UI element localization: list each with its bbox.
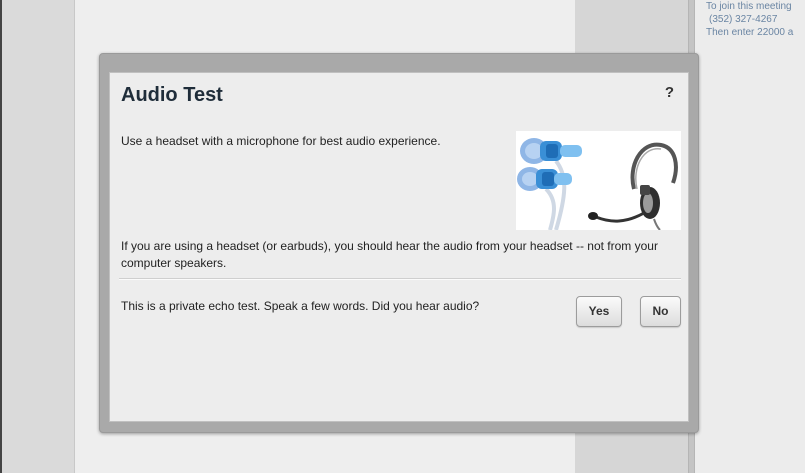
headset-image	[516, 131, 681, 231]
headset-note: If you are using a headset (or earbuds),…	[121, 239, 658, 270]
meeting-phone-number: (352) 327-4267	[709, 14, 778, 25]
earbuds-and-headset-illustration	[517, 138, 678, 231]
intro-text: Use a headset with a microphone for best…	[121, 134, 441, 148]
help-icon[interactable]: ?	[665, 84, 674, 101]
audio-test-dialog-body: Audio Test ? Use a headset with a microp…	[109, 72, 689, 422]
dialog-title: Audio Test	[121, 84, 223, 106]
yes-button[interactable]: Yes	[576, 296, 622, 327]
meeting-info-panel: To join this meeting (352) 327-4267 Then…	[695, 0, 805, 473]
meeting-info-text: To join this meeting (352) 327-4267 Then…	[706, 0, 805, 39]
left-panel	[0, 0, 74, 473]
audio-test-dialog: Audio Test ? Use a headset with a microp…	[99, 53, 699, 433]
no-button[interactable]: No	[640, 296, 681, 327]
section-divider	[119, 278, 681, 280]
echo-test-prompt: This is a private echo test. Speak a few…	[121, 299, 480, 313]
meeting-info-line: To join this meeting	[706, 1, 792, 12]
meeting-info-line: Then enter 22000 a	[706, 27, 794, 38]
